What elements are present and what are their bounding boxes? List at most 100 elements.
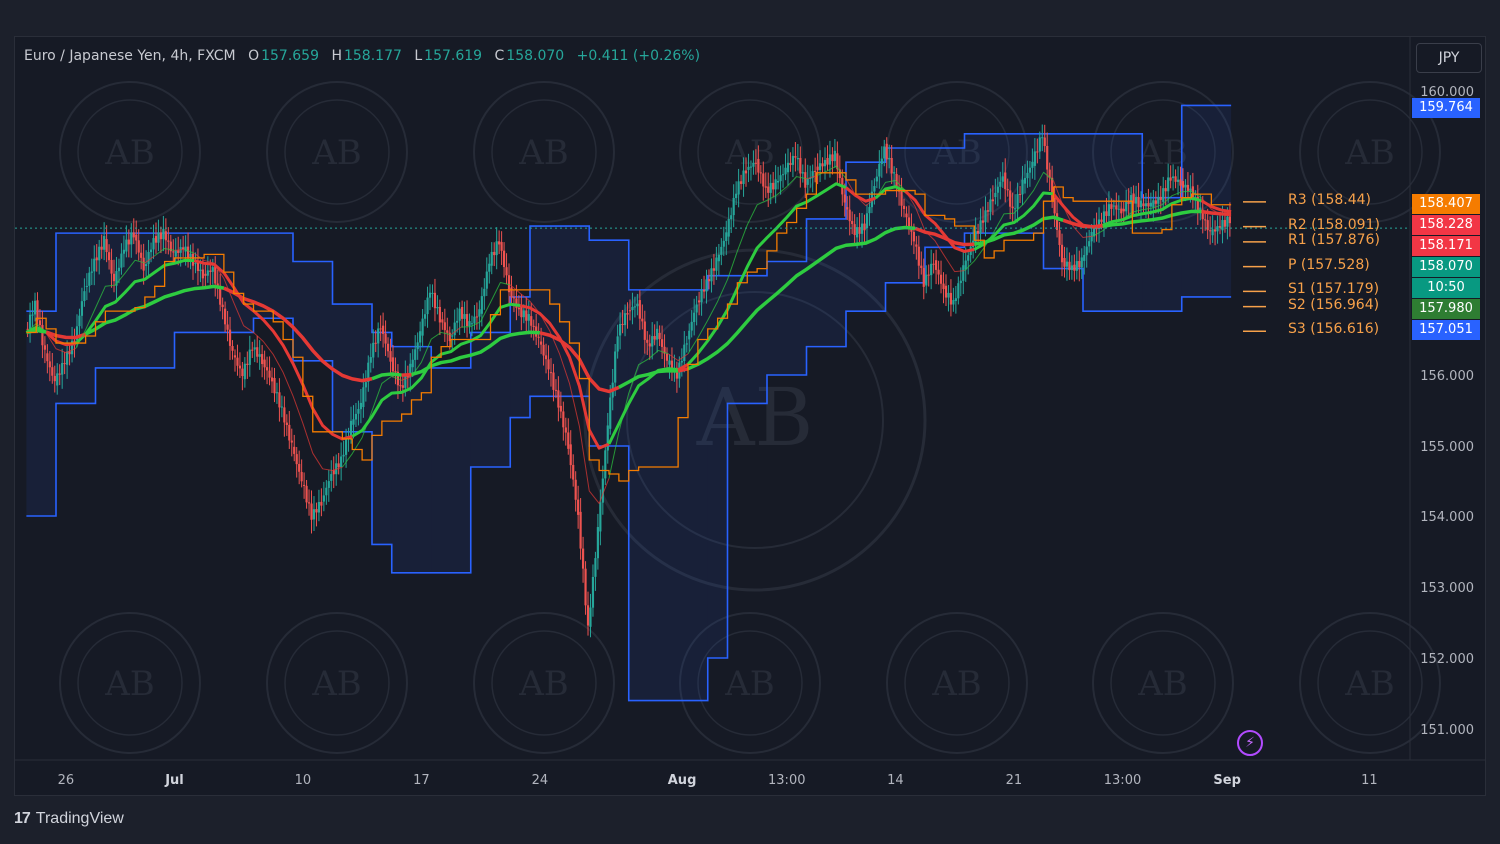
candle-body — [1226, 216, 1229, 227]
candle-body — [443, 322, 446, 331]
high-label: H — [331, 48, 342, 64]
candle-body — [544, 355, 548, 360]
lightning-icon[interactable]: ⚡ — [1237, 730, 1263, 756]
candle-body — [325, 487, 328, 496]
candle-body — [1127, 202, 1130, 204]
band-fill — [293, 261, 333, 361]
candle-body — [1100, 219, 1103, 222]
price-tag: 158.228 — [1412, 215, 1480, 235]
ema-thin-line — [460, 282, 511, 328]
candle-body — [312, 509, 316, 520]
candle-body — [295, 454, 298, 465]
candle-body — [1058, 230, 1061, 245]
candle-body — [935, 260, 938, 270]
watermark-seal-text: AB — [1137, 664, 1188, 704]
candle-body — [967, 255, 970, 261]
candle-body — [265, 367, 269, 371]
currency-button[interactable]: JPY — [1416, 43, 1482, 73]
candle-body — [414, 349, 417, 360]
symbol-name[interactable]: Euro / Japanese Yen, 4h, FXCM — [24, 48, 236, 64]
candle-body — [727, 219, 730, 237]
candle-body — [374, 342, 377, 344]
candle-body — [804, 172, 807, 188]
candle-body — [621, 323, 624, 325]
candle-body — [959, 280, 962, 284]
price-tick-label: 155.000 — [1420, 440, 1474, 455]
candle-body — [411, 359, 414, 368]
pivot-label: S3 (156.616) — [1288, 321, 1380, 338]
candle-body — [1014, 208, 1017, 210]
candle-body — [93, 258, 96, 272]
candle-body — [957, 283, 960, 299]
price-tick-label: 153.000 — [1420, 581, 1474, 596]
candle-body — [344, 438, 348, 455]
tradingview-logo[interactable]: 17 TradingView — [14, 810, 124, 828]
candle-body — [1189, 188, 1192, 191]
candle-body — [586, 605, 590, 626]
watermark-seal-text: AB — [724, 664, 775, 704]
high-value: 158.177 — [343, 48, 402, 64]
candle-body — [458, 308, 461, 321]
candle-body — [1125, 201, 1128, 212]
candle-body — [224, 308, 227, 325]
candle-body — [330, 474, 333, 481]
candle-body — [112, 273, 116, 282]
candle-body — [1004, 172, 1007, 190]
candle-body — [110, 260, 113, 274]
candle-body — [707, 279, 711, 282]
candle-body — [999, 181, 1002, 187]
candle-body — [258, 354, 261, 357]
candle-body — [90, 271, 93, 273]
candle-body — [952, 300, 955, 305]
candle-body — [601, 478, 604, 503]
candle-body — [285, 422, 288, 426]
candle-body — [774, 179, 777, 190]
candle-body — [1117, 208, 1120, 210]
candle-body — [888, 157, 891, 160]
candle-body — [1157, 196, 1160, 204]
price-axis[interactable]: 160.000156.000155.000154.000153.000152.0… — [1409, 37, 1474, 760]
candle-body — [1060, 244, 1064, 263]
candle-body — [28, 314, 32, 329]
candle-body — [98, 246, 101, 261]
candle-body — [122, 249, 125, 254]
candle-body — [520, 306, 523, 318]
candle-body — [441, 319, 444, 323]
candle-body — [833, 150, 836, 162]
candle-body — [149, 249, 153, 253]
candle-body — [419, 331, 422, 343]
candle-body — [1009, 190, 1012, 207]
candle-body — [604, 450, 607, 479]
candle-body — [206, 270, 209, 276]
band-fill — [95, 233, 175, 368]
price-chart[interactable]: AB AB AB AB AB AB ABAB AB AB AB AB AB ABAB 160.00015… — [0, 0, 1500, 844]
candle-body — [925, 274, 928, 286]
candle-body — [120, 253, 123, 268]
candle-body — [379, 328, 382, 330]
candle-body — [253, 347, 256, 350]
candle-body — [1021, 179, 1024, 195]
candle-body — [88, 272, 91, 286]
candle-body — [1073, 264, 1076, 271]
band-fill — [1181, 105, 1232, 297]
candle-body — [1018, 193, 1022, 195]
candle-body — [878, 163, 881, 177]
candle-body — [984, 210, 987, 223]
candle-body — [157, 232, 160, 243]
time-tick-label: 24 — [532, 773, 549, 788]
time-axis[interactable]: 26 Jul 10 17 24 Aug 13:00 14 21 13:00 Sep 11 — [15, 759, 1486, 788]
candle-body — [614, 351, 617, 383]
open-label: O — [248, 48, 260, 64]
candle-body — [500, 242, 503, 251]
candle-body — [152, 238, 155, 250]
candle-body — [712, 268, 716, 271]
candle-body — [461, 306, 464, 319]
price-tick-label: 151.000 — [1420, 723, 1474, 738]
candle-body — [510, 287, 513, 298]
candle-body — [470, 323, 474, 325]
candle-body — [154, 235, 158, 243]
candle-body — [199, 269, 202, 272]
candle-body — [769, 182, 772, 193]
symbol-legend: Euro / Japanese Yen, 4h, FXCM O 157.659 H… — [24, 48, 702, 64]
low-label: L — [414, 48, 423, 64]
